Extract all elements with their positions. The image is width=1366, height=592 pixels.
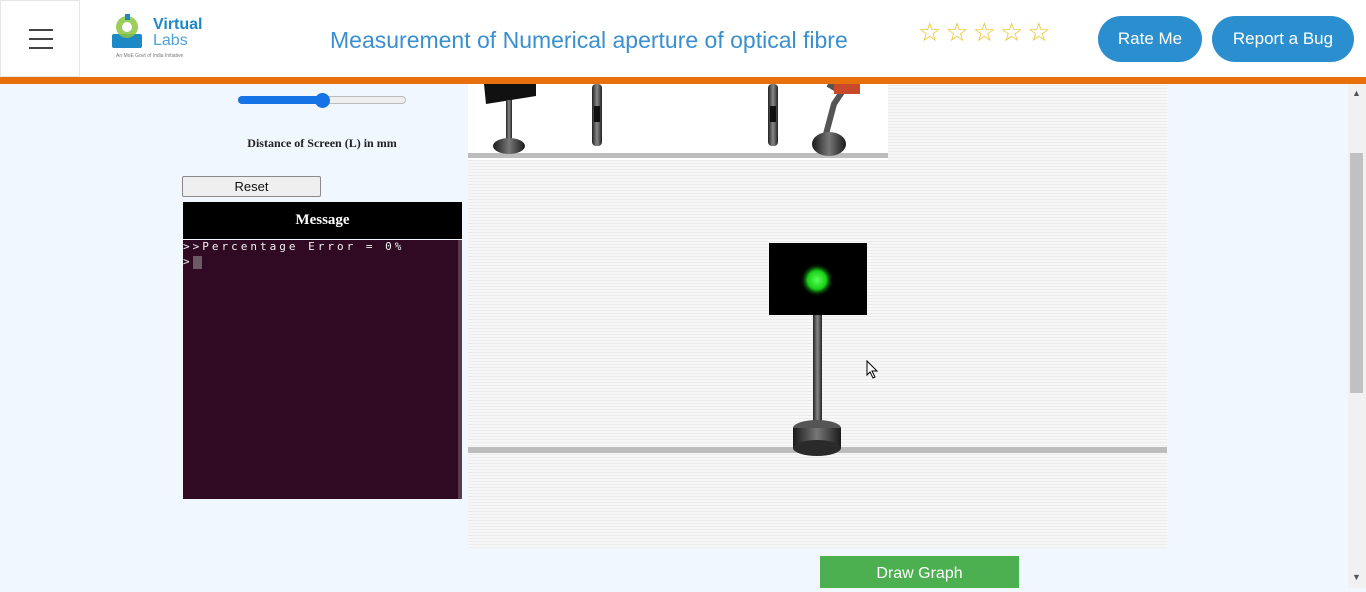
star-outline-icon[interactable]: ☆: [945, 19, 968, 45]
star-outline-icon[interactable]: ☆: [1000, 19, 1023, 45]
light-spot: [800, 263, 834, 297]
star-outline-icon[interactable]: ☆: [973, 19, 996, 45]
mouse-cursor-icon: [866, 360, 879, 379]
rating-stars[interactable]: ☆ ☆ ☆ ☆ ☆: [918, 19, 1051, 45]
simulation-canvas[interactable]: [468, 84, 1167, 548]
screen-stand-rod: [813, 315, 822, 428]
header-divider: [0, 77, 1366, 84]
star-outline-icon[interactable]: ☆: [918, 19, 941, 45]
rate-me-button[interactable]: Rate Me: [1098, 16, 1202, 62]
reset-button[interactable]: Reset: [182, 176, 321, 197]
optical-bench-svg: [468, 84, 1167, 456]
console-prompt-text: >: [183, 255, 193, 268]
virtual-labs-logo[interactable]: Virtual Labs An MoE Govt of India Initia…: [110, 12, 205, 64]
hamburger-menu-icon[interactable]: [0, 0, 80, 77]
scroll-down-icon[interactable]: ▼: [1352, 572, 1361, 582]
report-bug-button[interactable]: Report a Bug: [1212, 16, 1354, 62]
scroll-thumb[interactable]: [1350, 153, 1363, 393]
laser-head: [834, 84, 860, 94]
message-header: Message: [183, 202, 462, 239]
console-cursor[interactable]: [192, 255, 202, 269]
console-prompt: >: [183, 255, 202, 269]
console-line: >>Percentage Error = 0%: [183, 240, 405, 253]
star-outline-icon[interactable]: ☆: [1027, 19, 1050, 45]
message-console: >>Percentage Error = 0% >: [183, 240, 462, 499]
flask-logo-icon: [112, 14, 142, 48]
top-stand-base: [493, 138, 525, 154]
slider-thumb[interactable]: [314, 93, 330, 108]
page-scrollbar[interactable]: ▲ ▼: [1348, 84, 1366, 588]
slider-fill: [238, 96, 322, 104]
header: Virtual Labs An MoE Govt of India Initia…: [0, 0, 1366, 77]
logo-text-labs: Labs: [153, 32, 188, 49]
draw-graph-button[interactable]: Draw Graph: [820, 556, 1019, 588]
distance-slider[interactable]: [238, 93, 406, 108]
page-title: Measurement of Numerical aperture of opt…: [330, 27, 848, 53]
logo-tagline: An MoE Govt of India Initiative: [116, 53, 184, 59]
distance-label: Distance of Screen (L) in mm: [247, 136, 397, 150]
laser-base: [812, 132, 846, 156]
scroll-up-icon[interactable]: ▲: [1352, 88, 1361, 98]
